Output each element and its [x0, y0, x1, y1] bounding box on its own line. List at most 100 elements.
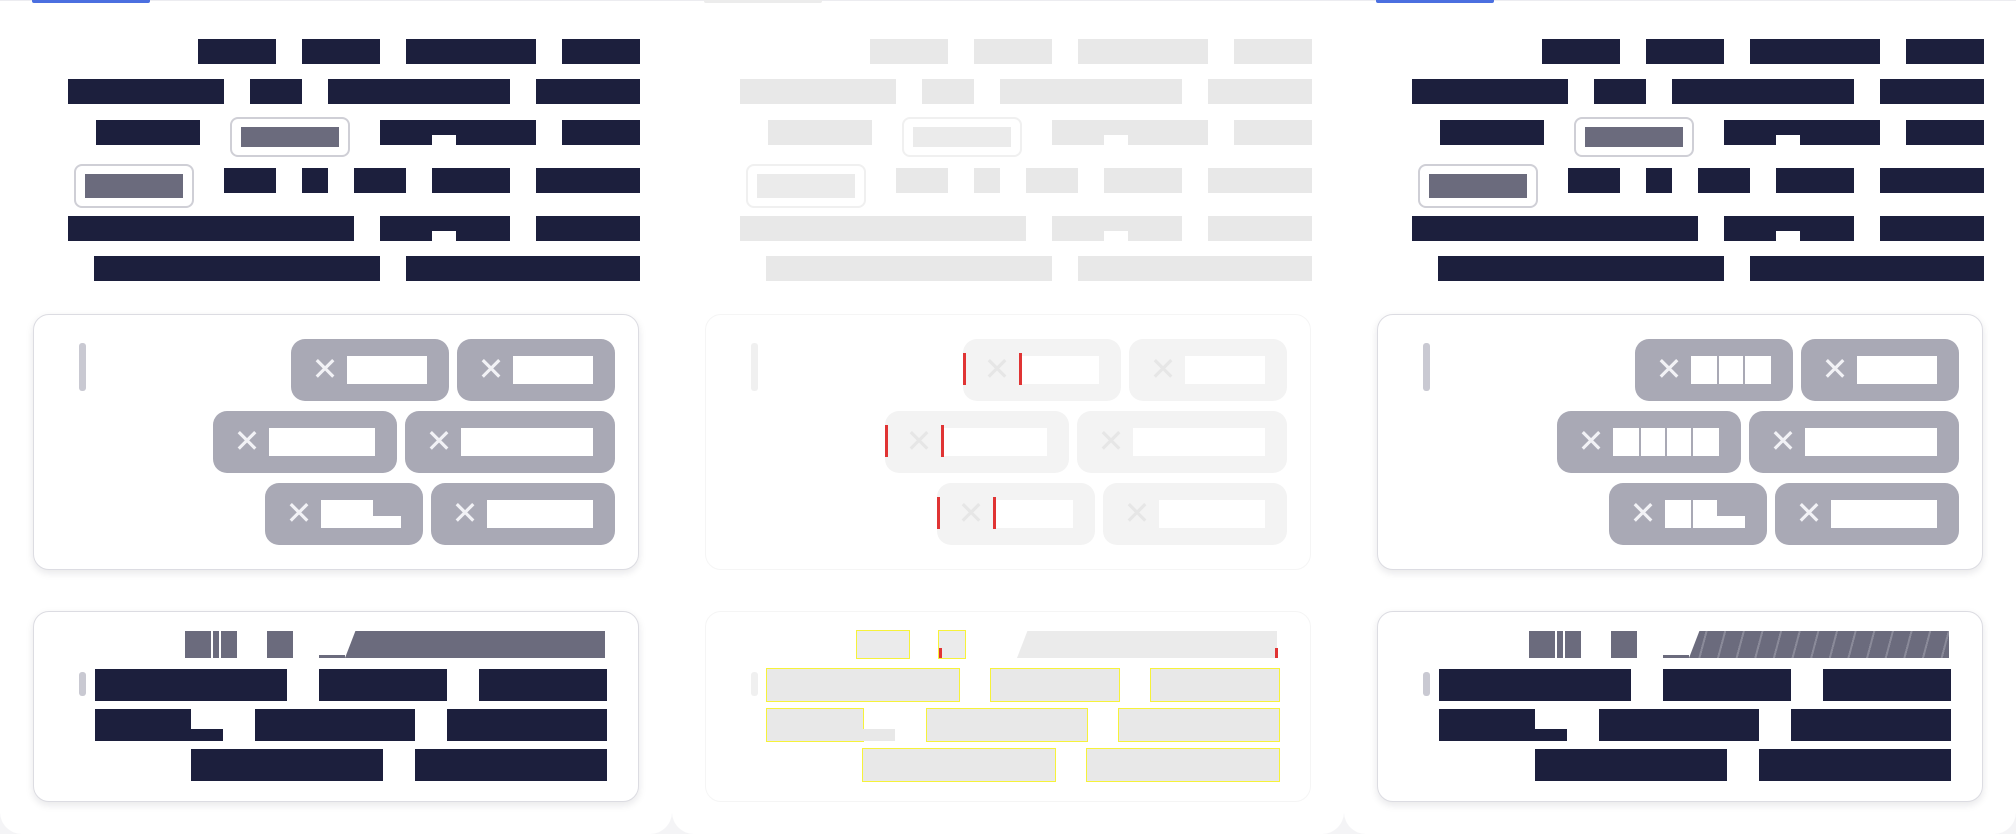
- chip-label-redacted: [993, 500, 1073, 528]
- redacted-word: [1594, 79, 1646, 104]
- close-icon[interactable]: ✕: [309, 353, 341, 385]
- close-icon[interactable]: ✕: [475, 353, 507, 385]
- text-preview-card[interactable]: [33, 611, 639, 802]
- chip[interactable]: ✕: [963, 339, 1121, 401]
- redacted-glyph: [856, 630, 910, 659]
- redacted-word: [328, 79, 510, 104]
- panel-middle: ✕ ✕ ✕ ✕ ✕ ✕: [672, 0, 1344, 834]
- close-icon[interactable]: ✕: [231, 425, 263, 457]
- chip[interactable]: ✕: [1129, 339, 1287, 401]
- chip-input-card[interactable]: ✕ ✕ ✕ ✕ ✕ ✕: [705, 314, 1311, 570]
- underscore-glyph: [319, 655, 345, 658]
- selected-word[interactable]: [902, 117, 1022, 157]
- caret-icon: [1423, 343, 1430, 391]
- close-icon[interactable]: ✕: [955, 497, 987, 529]
- chip-label-redacted: [1019, 356, 1099, 384]
- chip[interactable]: ✕: [937, 483, 1095, 545]
- redacted-heading: [1689, 631, 1949, 658]
- chip-label-redacted: [1185, 356, 1265, 384]
- close-icon[interactable]: ✕: [423, 425, 455, 457]
- close-icon[interactable]: ✕: [903, 425, 935, 457]
- chip-label-redacted: [1133, 428, 1265, 456]
- chip[interactable]: ✕: [1077, 411, 1287, 473]
- redacted-glyph: [1611, 631, 1637, 658]
- redacted-word: [1646, 39, 1724, 64]
- close-icon[interactable]: ✕: [283, 497, 315, 529]
- redacted-word: [94, 256, 380, 281]
- redacted-word: [1599, 709, 1759, 741]
- redacted-word: [1672, 79, 1854, 104]
- redacted-word-tail: [863, 729, 895, 741]
- chip-input-card[interactable]: ✕ ✕ ✕ ✕ ✕ ✕: [1377, 314, 1983, 570]
- close-icon[interactable]: ✕: [1819, 353, 1851, 385]
- redacted-word: [191, 749, 383, 781]
- redacted-word-tail: [191, 729, 223, 741]
- redacted-word: [302, 39, 380, 64]
- chip[interactable]: ✕: [1749, 411, 1959, 473]
- chip[interactable]: ✕: [885, 411, 1069, 473]
- chip[interactable]: ✕: [1801, 339, 1959, 401]
- redacted-word: [1776, 168, 1854, 193]
- chip[interactable]: ✕: [1609, 483, 1767, 545]
- chip[interactable]: ✕: [431, 483, 615, 545]
- chip-input-card[interactable]: ✕ ✕ ✕ ✕ ✕ ✕: [33, 314, 639, 570]
- redacted-word: [1052, 216, 1182, 241]
- chip[interactable]: ✕: [405, 411, 615, 473]
- warning-mark: [939, 648, 942, 658]
- chip[interactable]: ✕: [1775, 483, 1959, 545]
- redacted-word: [536, 216, 640, 241]
- close-icon[interactable]: ✕: [981, 353, 1013, 385]
- redacted-word: [354, 168, 406, 193]
- redacted-heading: [345, 631, 605, 658]
- selected-word[interactable]: [74, 164, 194, 208]
- chip[interactable]: ✕: [457, 339, 615, 401]
- selected-word[interactable]: [1574, 117, 1694, 157]
- redacted-word: [1663, 669, 1791, 701]
- redacted-word-tail: [1535, 729, 1567, 741]
- caret-icon: [751, 343, 758, 391]
- close-icon[interactable]: ✕: [1147, 353, 1179, 385]
- redacted-word: [766, 708, 864, 742]
- redacted-word: [302, 168, 328, 193]
- redacted-word: [1880, 216, 1984, 241]
- chip[interactable]: ✕: [265, 483, 423, 545]
- chip[interactable]: ✕: [1103, 483, 1287, 545]
- close-icon[interactable]: ✕: [1793, 497, 1825, 529]
- chip[interactable]: ✕: [291, 339, 449, 401]
- close-icon[interactable]: ✕: [1095, 425, 1127, 457]
- redacted-glyph: [213, 631, 219, 658]
- close-icon[interactable]: ✕: [1575, 425, 1607, 457]
- chip[interactable]: ✕: [1557, 411, 1741, 473]
- redacted-word: [1880, 168, 1984, 193]
- redacted-word: [224, 168, 276, 193]
- chip-label-redacted: [1665, 500, 1745, 528]
- selected-word[interactable]: [746, 164, 866, 208]
- redacted-word: [68, 216, 354, 241]
- redacted-word: [768, 120, 872, 145]
- redacted-heading: [1017, 631, 1277, 658]
- redacted-word: [740, 216, 1026, 241]
- chip[interactable]: ✕: [1635, 339, 1793, 401]
- redacted-word: [536, 168, 640, 193]
- redacted-word: [1698, 168, 1750, 193]
- redacted-word: [1208, 216, 1312, 241]
- redacted-word: [974, 39, 1052, 64]
- redacted-word: [250, 79, 302, 104]
- redacted-word: [415, 749, 607, 781]
- close-icon[interactable]: ✕: [449, 497, 481, 529]
- close-icon[interactable]: ✕: [1121, 497, 1153, 529]
- close-icon[interactable]: ✕: [1653, 353, 1685, 385]
- selected-word[interactable]: [230, 117, 350, 157]
- close-icon[interactable]: ✕: [1767, 425, 1799, 457]
- redacted-word: [1118, 708, 1280, 742]
- redacted-word: [1568, 168, 1620, 193]
- selected-word[interactable]: [1418, 164, 1538, 208]
- text-preview-card[interactable]: [705, 611, 1311, 802]
- close-icon[interactable]: ✕: [1627, 497, 1659, 529]
- warning-mark: [941, 425, 944, 457]
- caret-icon: [79, 343, 86, 391]
- redacted-word: [68, 79, 224, 104]
- chip[interactable]: ✕: [213, 411, 397, 473]
- chip-label-redacted: [1613, 428, 1719, 456]
- text-preview-card[interactable]: [1377, 611, 1983, 802]
